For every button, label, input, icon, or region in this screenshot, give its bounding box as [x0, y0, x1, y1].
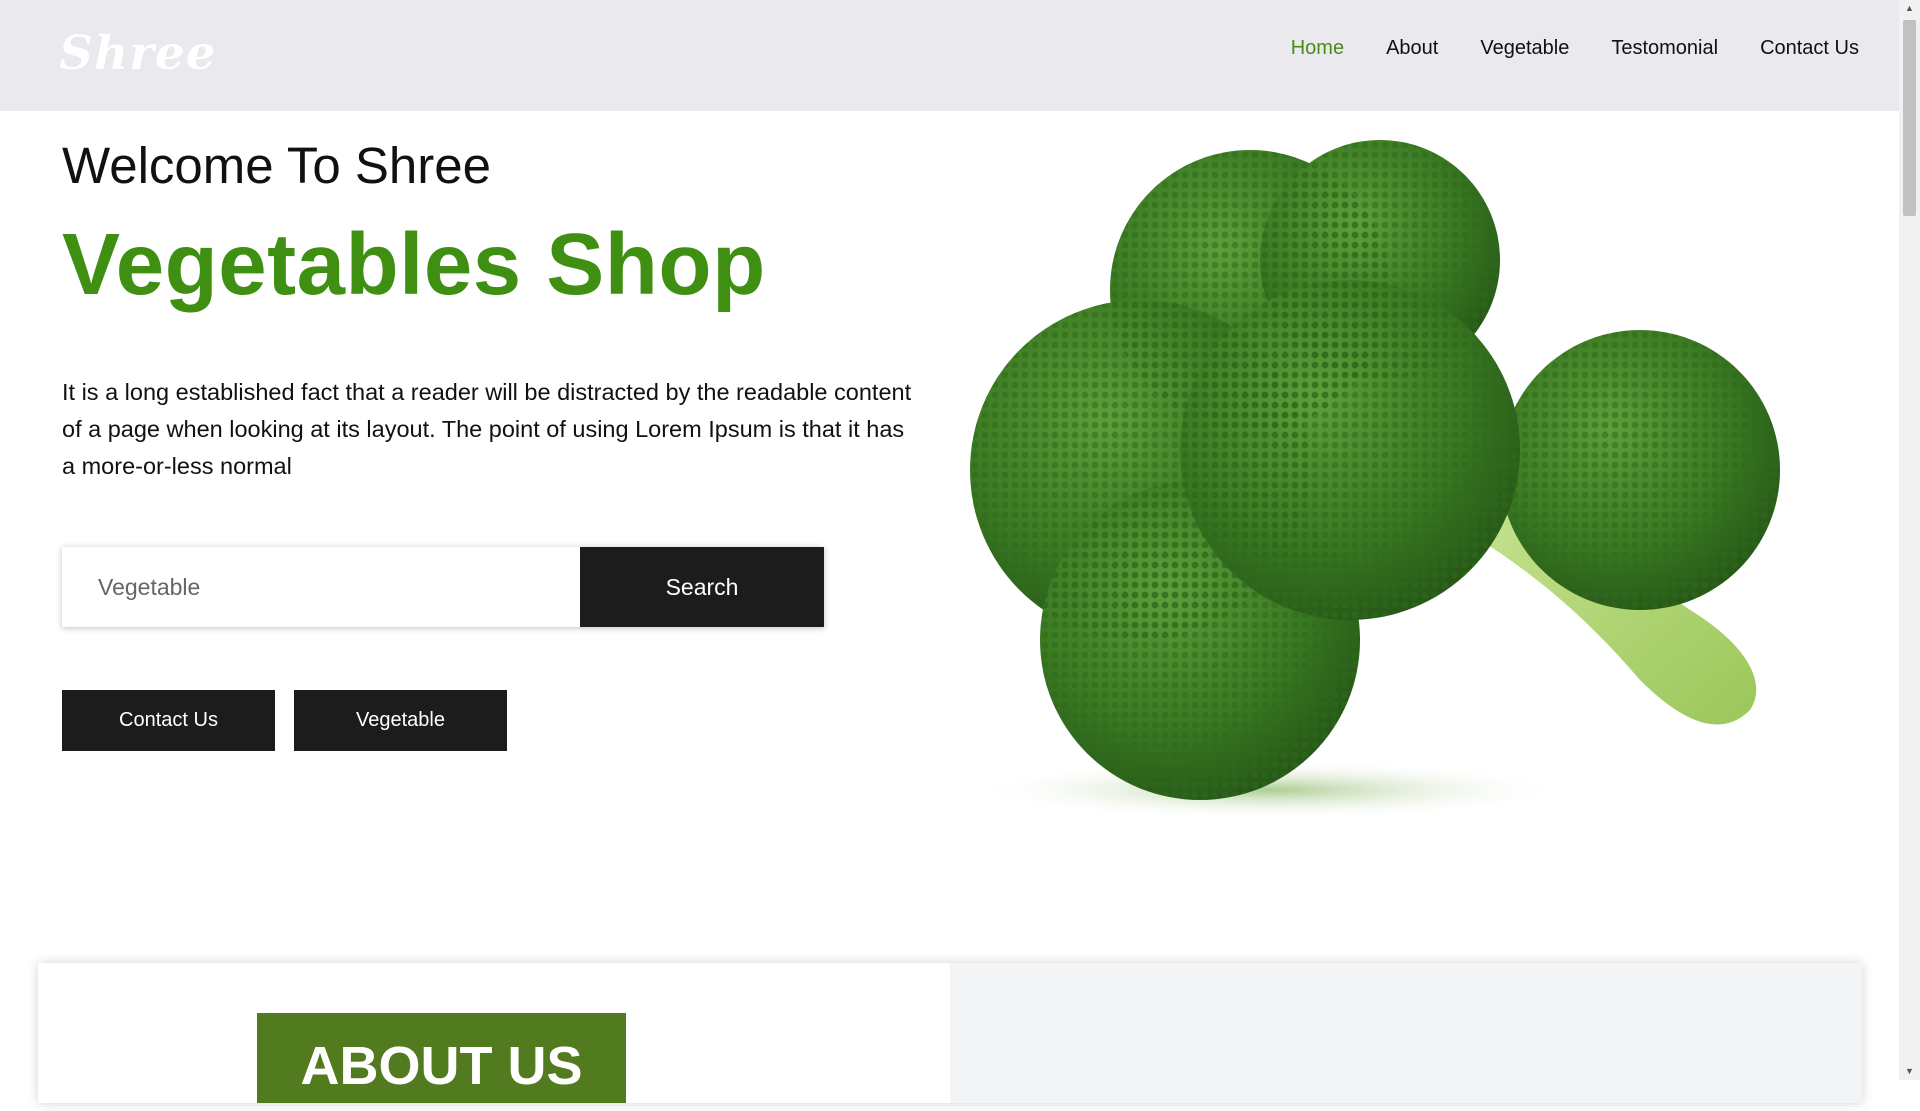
- scroll-thumb[interactable]: [1903, 20, 1916, 216]
- nav-contact-us[interactable]: Contact Us: [1760, 37, 1859, 60]
- broccoli-image: [970, 140, 1780, 820]
- site-header: Shree Home About Vegetable Testomonial C…: [0, 0, 1899, 111]
- nav-vegetable[interactable]: Vegetable: [1480, 37, 1569, 60]
- nav-home[interactable]: Home: [1291, 37, 1344, 60]
- hero-intro-text: It is a long established fact that a rea…: [62, 379, 912, 479]
- about-title: ABOUT US: [257, 1013, 626, 1103]
- search-form: Search: [62, 547, 824, 627]
- about-image-panel: [950, 963, 1862, 1103]
- scroll-down-arrow-icon[interactable]: ▼: [1899, 1063, 1920, 1080]
- nav-about[interactable]: About: [1386, 37, 1438, 60]
- about-section: ABOUT US: [38, 963, 1862, 1103]
- welcome-heading: Welcome To Shree: [62, 137, 491, 194]
- page-scrollbar[interactable]: ▲ ▼: [1899, 0, 1920, 1080]
- search-input[interactable]: [62, 547, 578, 627]
- nav-testimonial[interactable]: Testomonial: [1611, 37, 1718, 60]
- hero-title: Vegetables Shop: [62, 216, 766, 313]
- scroll-up-arrow-icon[interactable]: ▲: [1899, 0, 1920, 17]
- vegetable-button[interactable]: Vegetable: [294, 690, 507, 751]
- main-nav: Home About Vegetable Testomonial Contact…: [1291, 37, 1859, 60]
- search-button[interactable]: Search: [580, 547, 824, 627]
- site-logo[interactable]: Shree: [59, 26, 217, 81]
- contact-us-button[interactable]: Contact Us: [62, 690, 275, 751]
